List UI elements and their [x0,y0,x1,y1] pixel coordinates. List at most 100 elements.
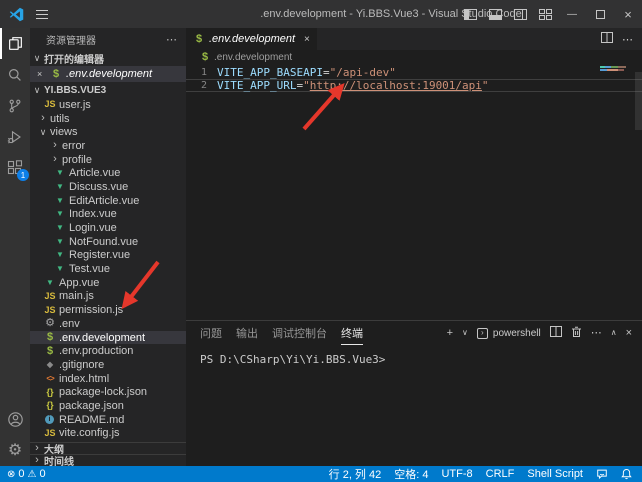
tree-item-Test.vue[interactable]: ▼Test.vue [30,262,186,276]
close-icon[interactable]: × [37,69,46,79]
tree-item-Login.vue[interactable]: ▼Login.vue [30,221,186,235]
tree-item-Register.vue[interactable]: ▼Register.vue [30,249,186,263]
panel-tab-输出[interactable]: 输出 [236,321,258,345]
minimize-button[interactable]: — [558,0,586,28]
tree-item-Article.vue[interactable]: ▼Article.vue [30,166,186,180]
timeline-section[interactable]: › 时间线 [30,454,186,466]
notifications-bell-icon[interactable] [621,468,632,480]
customize-layout-icon[interactable] [533,0,558,28]
tree-item-.env.development[interactable]: $.env.development [30,331,186,345]
settings-gear-icon[interactable]: ⚙ [0,435,30,466]
panel-tab-问题[interactable]: 问题 [200,321,222,345]
toggle-panel-icon[interactable] [483,0,508,28]
code-token: VITE_APP_URL [217,79,296,92]
panel-tab-调试控制台[interactable]: 调试控制台 [272,321,327,345]
tree-item-.env[interactable]: ⚙.env [30,317,186,331]
source-control-icon[interactable] [0,90,30,121]
tree-item-error[interactable]: ›error [30,139,186,153]
editor-area: $ .env.development × ⋯ $ .env.developmen… [186,28,642,466]
accounts-icon[interactable] [0,404,30,435]
open-editor-item[interactable]: × $ .env.development [30,66,186,82]
encoding[interactable]: UTF-8 [441,468,472,480]
code-line-1[interactable]: 1VITE_APP_BASEAPI="/api-dev" [186,66,642,79]
tree-item-package-lock.json[interactable]: {}package-lock.json [30,385,186,399]
tree-item-.gitignore[interactable]: ◆.gitignore [30,358,186,372]
tree-item-README.md[interactable]: iREADME.md [30,413,186,427]
panel-tabs-container: 问题输出调试控制台终端 [200,321,363,345]
tree-item-permission.js[interactable]: JSpermission.js [30,303,186,317]
tree-item-label: EditArticle.vue [69,195,139,207]
new-terminal-icon[interactable]: + [447,328,453,339]
maximize-button[interactable] [586,0,614,28]
sidebar-header: 资源管理器 ⋯ [30,28,186,50]
code-token: http://localhost:19001/api [310,79,482,92]
js-icon: JS [44,429,56,438]
language-mode[interactable]: Shell Script [527,468,583,480]
feedback-icon[interactable] [596,468,608,480]
tree-item-views[interactable]: ∨views [30,125,186,139]
editor-scrollbar[interactable] [635,72,642,130]
tree-item-EditArticle.vue[interactable]: ▼EditArticle.vue [30,194,186,208]
shell-icon: $ [199,52,211,63]
tab-close-icon[interactable]: × [304,34,310,45]
kill-terminal-icon[interactable] [571,326,582,341]
code-editor[interactable]: 1VITE_APP_BASEAPI="/api-dev"2VITE_APP_UR… [186,64,642,320]
tree-item-App.vue[interactable]: ▼App.vue [30,276,186,290]
tab-env-development[interactable]: $ .env.development × [186,28,317,50]
code-line-2[interactable]: 2VITE_APP_URL="http://localhost:19001/ap… [186,79,642,92]
cursor-position[interactable]: 行 2, 列 42 [329,466,382,482]
minimap[interactable] [600,66,630,71]
panel-more-icon[interactable]: ⋯ [591,328,602,339]
tree-item-label: Index.vue [69,208,117,220]
menu-icon[interactable] [36,10,48,19]
terminal-dropdown-icon[interactable]: ∨ [462,329,468,337]
close-panel-icon[interactable]: × [626,328,632,339]
tree-item-.env.production[interactable]: $.env.production [30,344,186,358]
close-window-button[interactable]: × [614,0,642,28]
tree-item-label: README.md [59,414,124,426]
problems-status[interactable]: ⊗ 0 ⚠ 0 [7,468,46,480]
tree-item-NotFound.vue[interactable]: ▼NotFound.vue [30,235,186,249]
run-debug-icon[interactable] [0,121,30,152]
terminal-actions: + ∨ › powershell ⋯ ∧ × [447,326,632,341]
tree-item-profile[interactable]: ›profile [30,153,186,167]
terminal[interactable]: PS D:\CSharp\Yi\Yi.BBS.Vue3> [186,345,642,366]
vue-icon: ▼ [44,279,56,287]
tree-item-label: main.js [59,290,94,302]
tree-item-label: Register.vue [69,249,130,261]
toggle-sidebar-icon[interactable] [458,0,483,28]
chevron-down-icon: ∨ [39,127,47,138]
git-icon: ◆ [44,361,56,369]
shell-icon: $ [193,34,205,45]
shell-label[interactable]: powershell [493,328,541,339]
vscode-window: .env.development - Yi.BBS.Vue3 - Visual … [0,0,642,482]
toggle-secondary-sidebar-icon[interactable] [508,0,533,28]
breadcrumb[interactable]: $ .env.development [186,50,642,64]
maximize-panel-icon[interactable]: ∧ [611,329,617,337]
tree-item-index.html[interactable]: <>index.html [30,372,186,386]
explorer-icon[interactable] [0,28,30,59]
open-editors-header[interactable]: ∨ 打开的编辑器 [30,50,186,66]
extensions-icon[interactable]: 1 [0,152,30,183]
gear-icon: ⚙ [44,318,56,329]
split-editor-icon[interactable] [601,32,613,46]
tree-item-Discuss.vue[interactable]: ▼Discuss.vue [30,180,186,194]
tree-item-vite.config.js[interactable]: JSvite.config.js [30,427,186,441]
code-token: " [482,79,489,92]
indentation[interactable]: 空格: 4 [394,466,428,482]
tree-item-package.json[interactable]: {}package.json [30,399,186,413]
more-actions-icon[interactable]: ⋯ [622,33,633,46]
sidebar-more-icon[interactable]: ⋯ [166,33,178,46]
split-terminal-icon[interactable] [550,326,562,340]
tree-item-main.js[interactable]: JSmain.js [30,290,186,304]
project-header[interactable]: ∨ YI.BBS.VUE3 [30,82,186,98]
panel-tab-终端[interactable]: 终端 [341,321,363,345]
vue-icon: ▼ [54,251,66,259]
shell-icon: $ [44,332,56,343]
breadcrumb-file[interactable]: .env.development [214,52,292,63]
eol-sequence[interactable]: CRLF [486,468,515,480]
tree-item-utils[interactable]: ›utils [30,112,186,126]
tree-item-Index.vue[interactable]: ▼Index.vue [30,208,186,222]
tree-item-user.js[interactable]: JSuser.js [30,98,186,112]
search-icon[interactable] [0,59,30,90]
